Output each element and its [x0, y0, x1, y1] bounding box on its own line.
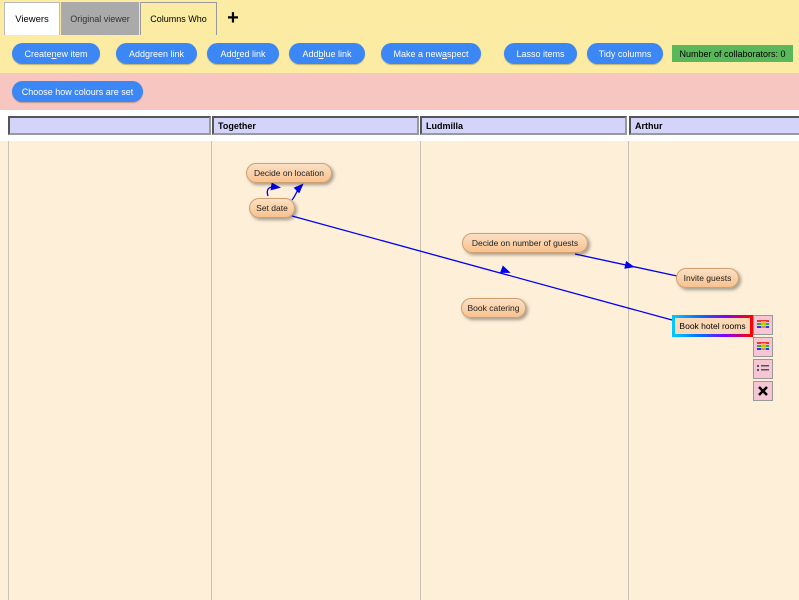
link-guests-to-invite[interactable]	[574, 253, 678, 277]
item-book-hotel-rooms[interactable]: Book hotel rooms	[672, 315, 753, 337]
close-icon[interactable]	[753, 381, 773, 401]
item-decide-number-guests[interactable]: Decide on number of guests	[462, 233, 588, 253]
link-date-to-location-2[interactable]	[291, 183, 304, 201]
palette-icon[interactable]	[753, 315, 773, 335]
item-decide-location[interactable]: Decide on location	[246, 163, 332, 183]
list-icon[interactable]	[753, 359, 773, 379]
palette-icon[interactable]	[753, 337, 773, 357]
link-layer	[266, 182, 678, 321]
item-invite-guests[interactable]: Invite guests	[676, 268, 739, 288]
link-date-to-location[interactable]	[266, 182, 281, 197]
item-set-date[interactable]: Set date	[249, 198, 295, 218]
item-book-catering[interactable]: Book catering	[461, 298, 526, 318]
